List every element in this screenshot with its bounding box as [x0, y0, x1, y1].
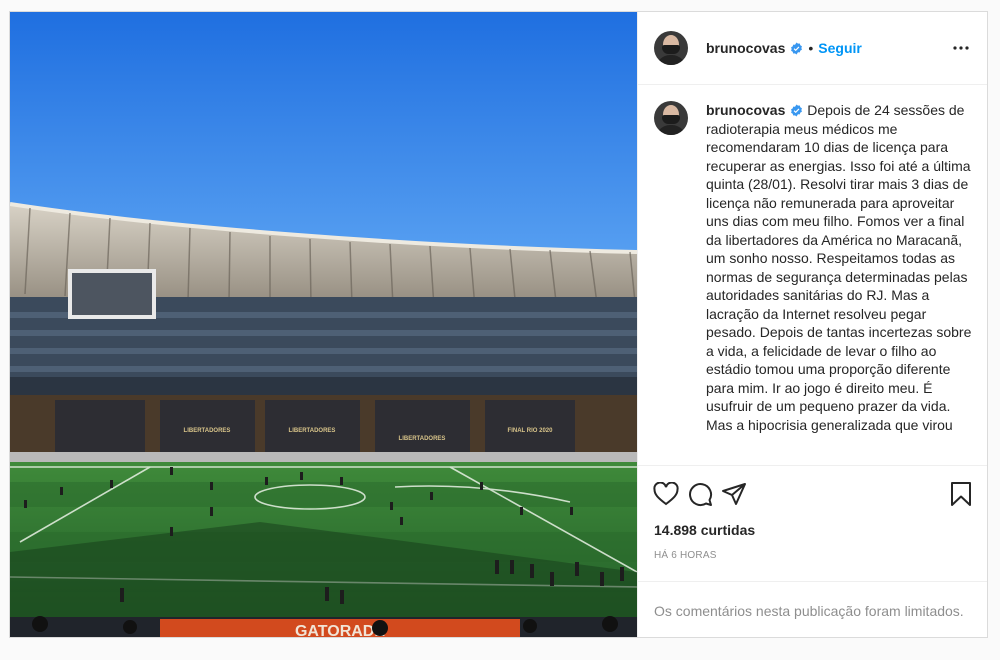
board-label: FINAL RIO 2020: [508, 428, 554, 434]
board-label: LIBERTADORES: [399, 436, 446, 442]
caption-body: Depois de 24 sessões de radioterapia meu…: [706, 102, 972, 433]
stadium-photo: LIBERTADORES LIBERTADORES LIBERTADORES F…: [10, 12, 637, 638]
bookmark-icon[interactable]: [941, 474, 981, 514]
board-label: LIBERTADORES: [289, 428, 336, 434]
avatar[interactable]: [654, 31, 688, 65]
instagram-post: LIBERTADORES LIBERTADORES LIBERTADORES F…: [9, 11, 988, 638]
comments-limited-notice: Os comentários nesta publicação foram li…: [638, 581, 987, 637]
post-actions: 14.898 curtidas HÁ 6 HORAS: [638, 465, 987, 581]
verified-badge-icon: [791, 104, 803, 117]
board-label: LIBERTADORES: [184, 428, 231, 434]
share-icon[interactable]: [714, 474, 754, 514]
avatar[interactable]: [654, 101, 688, 135]
comments-area[interactable]: brunocovas Depois de 24 sessões de radio…: [638, 85, 987, 465]
follow-button[interactable]: Seguir: [818, 40, 862, 56]
caption-text: brunocovas Depois de 24 sessões de radio…: [706, 101, 973, 434]
caption: brunocovas Depois de 24 sessões de radio…: [654, 101, 973, 434]
separator: •: [808, 40, 814, 56]
more-options-icon[interactable]: [949, 36, 973, 60]
username-link[interactable]: brunocovas: [706, 40, 785, 56]
post-photo[interactable]: LIBERTADORES LIBERTADORES LIBERTADORES F…: [10, 12, 637, 638]
post-sidebar: brunocovas • Seguir brunocovas Depois de…: [637, 12, 987, 637]
verified-badge-icon: [791, 42, 803, 54]
action-icons: [653, 474, 973, 514]
username-link[interactable]: brunocovas: [706, 102, 785, 118]
likes-count[interactable]: 14.898 curtidas: [654, 522, 973, 538]
post-header: brunocovas • Seguir: [638, 12, 987, 85]
post-timestamp[interactable]: HÁ 6 HORAS: [654, 550, 973, 561]
ad-board-text: GATORADE: [295, 623, 385, 638]
